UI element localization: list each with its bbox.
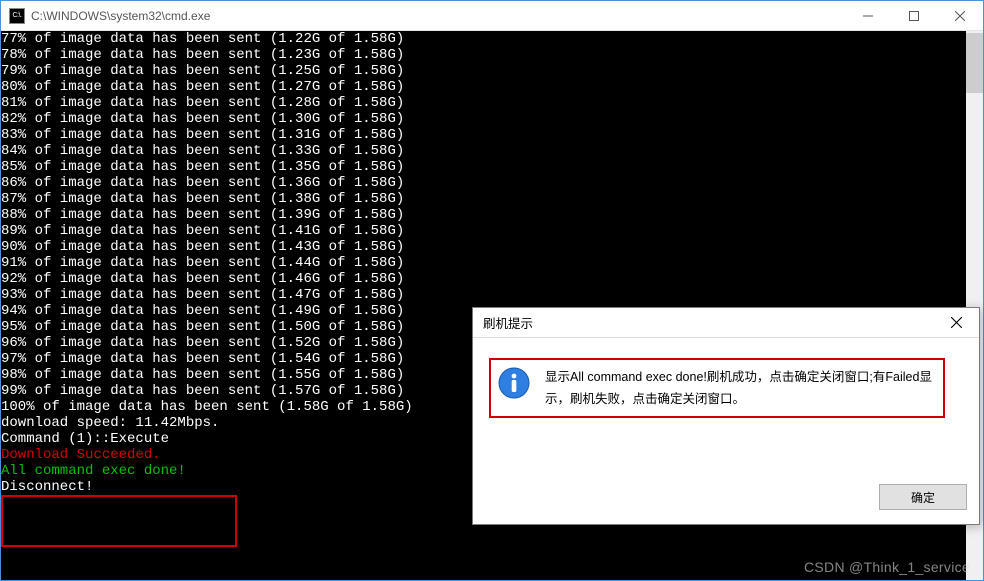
dialog-title: 刷机提示 xyxy=(483,313,934,332)
dialog-body: 显示All command exec done!刷机成功，点击确定关闭窗口;有F… xyxy=(473,338,979,476)
info-icon xyxy=(497,366,531,400)
console-line: 79% of image data has been sent (1.25G o… xyxy=(1,63,966,79)
console-line: 84% of image data has been sent (1.33G o… xyxy=(1,143,966,159)
console-line: 87% of image data has been sent (1.38G o… xyxy=(1,191,966,207)
titlebar: C:\. C:\WINDOWS\system32\cmd.exe xyxy=(1,1,983,31)
maximize-button[interactable] xyxy=(891,1,937,30)
console-line: 81% of image data has been sent (1.28G o… xyxy=(1,95,966,111)
dialog-titlebar: 刷机提示 xyxy=(473,308,979,338)
console-line: 85% of image data has been sent (1.35G o… xyxy=(1,159,966,175)
cmd-icon: C:\. xyxy=(9,8,25,24)
highlight-box-console xyxy=(1,495,237,547)
console-line: 78% of image data has been sent (1.23G o… xyxy=(1,47,966,63)
dialog-message-row: 显示All command exec done!刷机成功，点击确定关闭窗口;有F… xyxy=(489,358,945,418)
window-title: C:\WINDOWS\system32\cmd.exe xyxy=(31,9,845,23)
flash-dialog: 刷机提示 显示All command exec done!刷机成功，点击确定关闭… xyxy=(472,307,980,525)
console-line: 82% of image data has been sent (1.30G o… xyxy=(1,111,966,127)
console-line: 91% of image data has been sent (1.44G o… xyxy=(1,255,966,271)
ok-button[interactable]: 确定 xyxy=(879,484,967,510)
window-controls xyxy=(845,1,983,30)
console-line: 93% of image data has been sent (1.47G o… xyxy=(1,287,966,303)
console-line: 86% of image data has been sent (1.36G o… xyxy=(1,175,966,191)
dialog-close-button[interactable] xyxy=(934,308,979,337)
console-line: 92% of image data has been sent (1.46G o… xyxy=(1,271,966,287)
scrollbar-thumb[interactable] xyxy=(966,33,983,93)
console-line: 89% of image data has been sent (1.41G o… xyxy=(1,223,966,239)
console-line: 88% of image data has been sent (1.39G o… xyxy=(1,207,966,223)
console-line: 80% of image data has been sent (1.27G o… xyxy=(1,79,966,95)
minimize-button[interactable] xyxy=(845,1,891,30)
console-line: 83% of image data has been sent (1.31G o… xyxy=(1,127,966,143)
console-line: 90% of image data has been sent (1.43G o… xyxy=(1,239,966,255)
close-button[interactable] xyxy=(937,1,983,30)
dialog-footer: 确定 xyxy=(473,476,979,524)
dialog-message: 显示All command exec done!刷机成功，点击确定关闭窗口;有F… xyxy=(545,366,937,410)
console-line: 77% of image data has been sent (1.22G o… xyxy=(1,31,966,47)
